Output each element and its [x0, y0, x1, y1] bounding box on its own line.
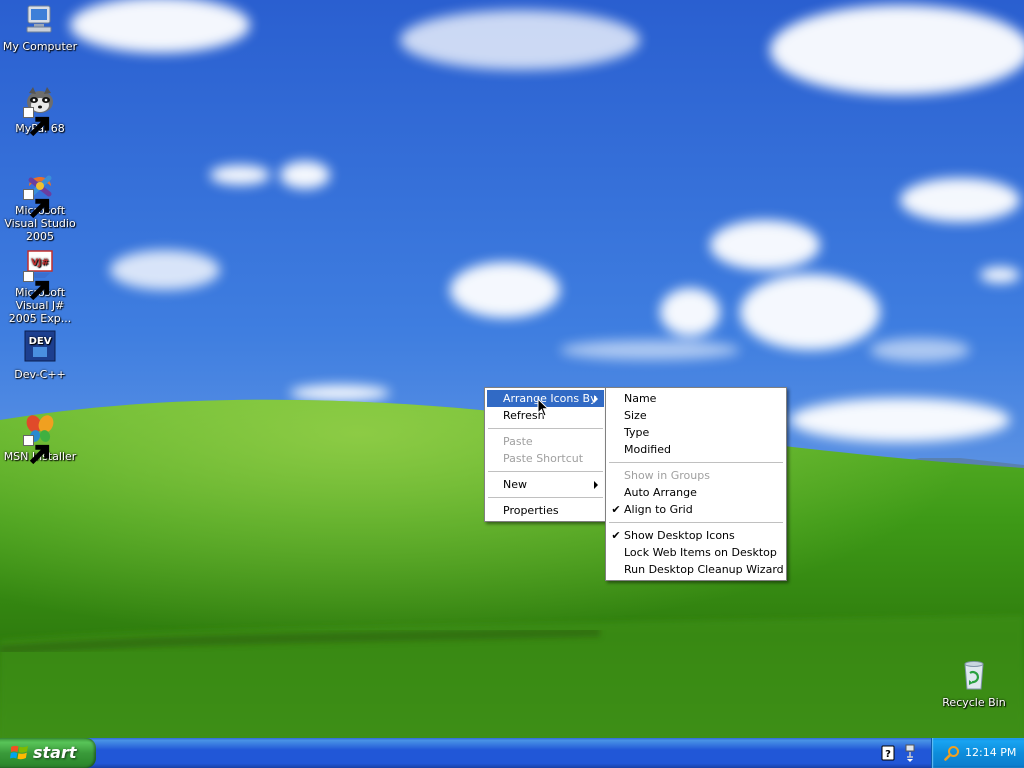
submenu-item-lock-web-items[interactable]: Lock Web Items on Desktop: [608, 544, 784, 561]
menu-item-paste-shortcut[interactable]: Paste Shortcut: [487, 450, 604, 467]
menu-item-label: Modified: [624, 443, 671, 456]
submenu-item-desktop-cleanup-wizard[interactable]: Run Desktop Cleanup Wizard: [608, 561, 784, 578]
menu-item-label: Properties: [503, 504, 559, 517]
menu-item-label: Paste: [503, 435, 533, 448]
desktop-icon-visual-jsharp[interactable]: VJ# Microsoft Visual J# 2005 Exp...: [0, 248, 80, 325]
vj-badge-text: VJ#: [31, 258, 49, 268]
visual-studio-icon: [23, 166, 57, 219]
safely-remove-hardware-icon[interactable]: [903, 744, 917, 762]
submenu-arrow-icon: [594, 395, 598, 403]
windows-flag-icon: [10, 745, 28, 760]
menu-separator: [488, 497, 603, 498]
submenu-item-auto-arrange[interactable]: Auto Arrange: [608, 484, 784, 501]
submenu-item-size[interactable]: Size: [608, 407, 784, 424]
shortcut-arrow-icon: [23, 271, 50, 301]
arrange-icons-submenu: Name Size Type Modified Show in Groups A…: [605, 387, 787, 581]
devcpp-badge-text: DEV: [29, 336, 52, 347]
menu-item-label: Size: [624, 409, 647, 422]
menu-item-label: Show Desktop Icons: [624, 529, 735, 542]
desktop-icon-devcpp[interactable]: DEV Dev-C++: [0, 330, 80, 381]
menu-item-properties[interactable]: Properties: [487, 502, 604, 519]
desktop-icon-label: Recycle Bin: [942, 696, 1006, 709]
system-tray: 12:14 PM: [931, 738, 1024, 768]
checkmark-icon: ✔: [611, 503, 621, 516]
menu-item-label: Arrange Icons By: [503, 392, 597, 405]
taskbar: start ? 12:14 PM: [0, 738, 1024, 768]
taskbar-clock[interactable]: 12:14 PM: [965, 738, 1016, 768]
menu-item-label: Type: [624, 426, 650, 439]
desktop-icon-visual-studio[interactable]: Microsoft Visual Studio 2005: [0, 166, 80, 243]
shortcut-arrow-icon: [23, 107, 50, 137]
devcpp-icon: DEV: [23, 330, 57, 364]
desktop-icon-recycle-bin[interactable]: Recycle Bin: [934, 658, 1014, 709]
submenu-item-name[interactable]: Name: [608, 390, 784, 407]
menu-separator: [609, 522, 783, 523]
submenu-arrow-icon: [594, 481, 598, 489]
my-computer-icon: [23, 2, 57, 36]
desktop-wallpaper[interactable]: [0, 0, 1024, 740]
submenu-item-align-to-grid[interactable]: ✔ Align to Grid: [608, 501, 784, 518]
desktop-icon-msn[interactable]: MSN Installer: [0, 412, 80, 465]
submenu-item-modified[interactable]: Modified: [608, 441, 784, 458]
desktop-icon-my-computer[interactable]: My Computer: [0, 2, 80, 53]
msn-butterfly-icon: [23, 412, 57, 465]
svg-text:?: ?: [885, 749, 891, 760]
search-icon[interactable]: [944, 745, 960, 761]
menu-item-label: Align to Grid: [624, 503, 693, 516]
help-icon[interactable]: ?: [881, 745, 895, 761]
start-button-label: start: [33, 743, 77, 762]
desktop-icon-label: Dev-C++: [14, 368, 66, 381]
submenu-item-type[interactable]: Type: [608, 424, 784, 441]
submenu-item-show-desktop-icons[interactable]: ✔ Show Desktop Icons: [608, 527, 784, 544]
menu-item-label: Show in Groups: [624, 469, 710, 482]
submenu-item-show-in-groups[interactable]: Show in Groups: [608, 467, 784, 484]
raccoon-icon: [23, 84, 57, 137]
start-button[interactable]: start: [0, 738, 96, 768]
menu-item-label: Run Desktop Cleanup Wizard: [624, 563, 784, 576]
menu-item-label: Paste Shortcut: [503, 452, 584, 465]
menu-item-paste[interactable]: Paste: [487, 433, 604, 450]
desktop-icon-label: My Computer: [2, 40, 78, 53]
menu-item-label: Name: [624, 392, 657, 405]
menu-separator: [609, 462, 783, 463]
menu-separator: [488, 471, 603, 472]
shortcut-arrow-icon: [23, 189, 50, 219]
menu-separator: [488, 428, 603, 429]
menu-item-new[interactable]: New: [487, 476, 604, 493]
desktop-icon-mypal[interactable]: MyPal 68: [0, 84, 80, 137]
menu-item-label: Auto Arrange: [624, 486, 697, 499]
checkmark-icon: ✔: [611, 529, 621, 542]
recycle-bin-icon: [957, 658, 991, 692]
shortcut-arrow-icon: [23, 435, 50, 465]
menu-item-label: Lock Web Items on Desktop: [624, 546, 777, 559]
menu-item-label: New: [503, 478, 527, 491]
mouse-pointer-icon: [537, 397, 550, 418]
visual-jsharp-icon: VJ#: [23, 248, 57, 301]
